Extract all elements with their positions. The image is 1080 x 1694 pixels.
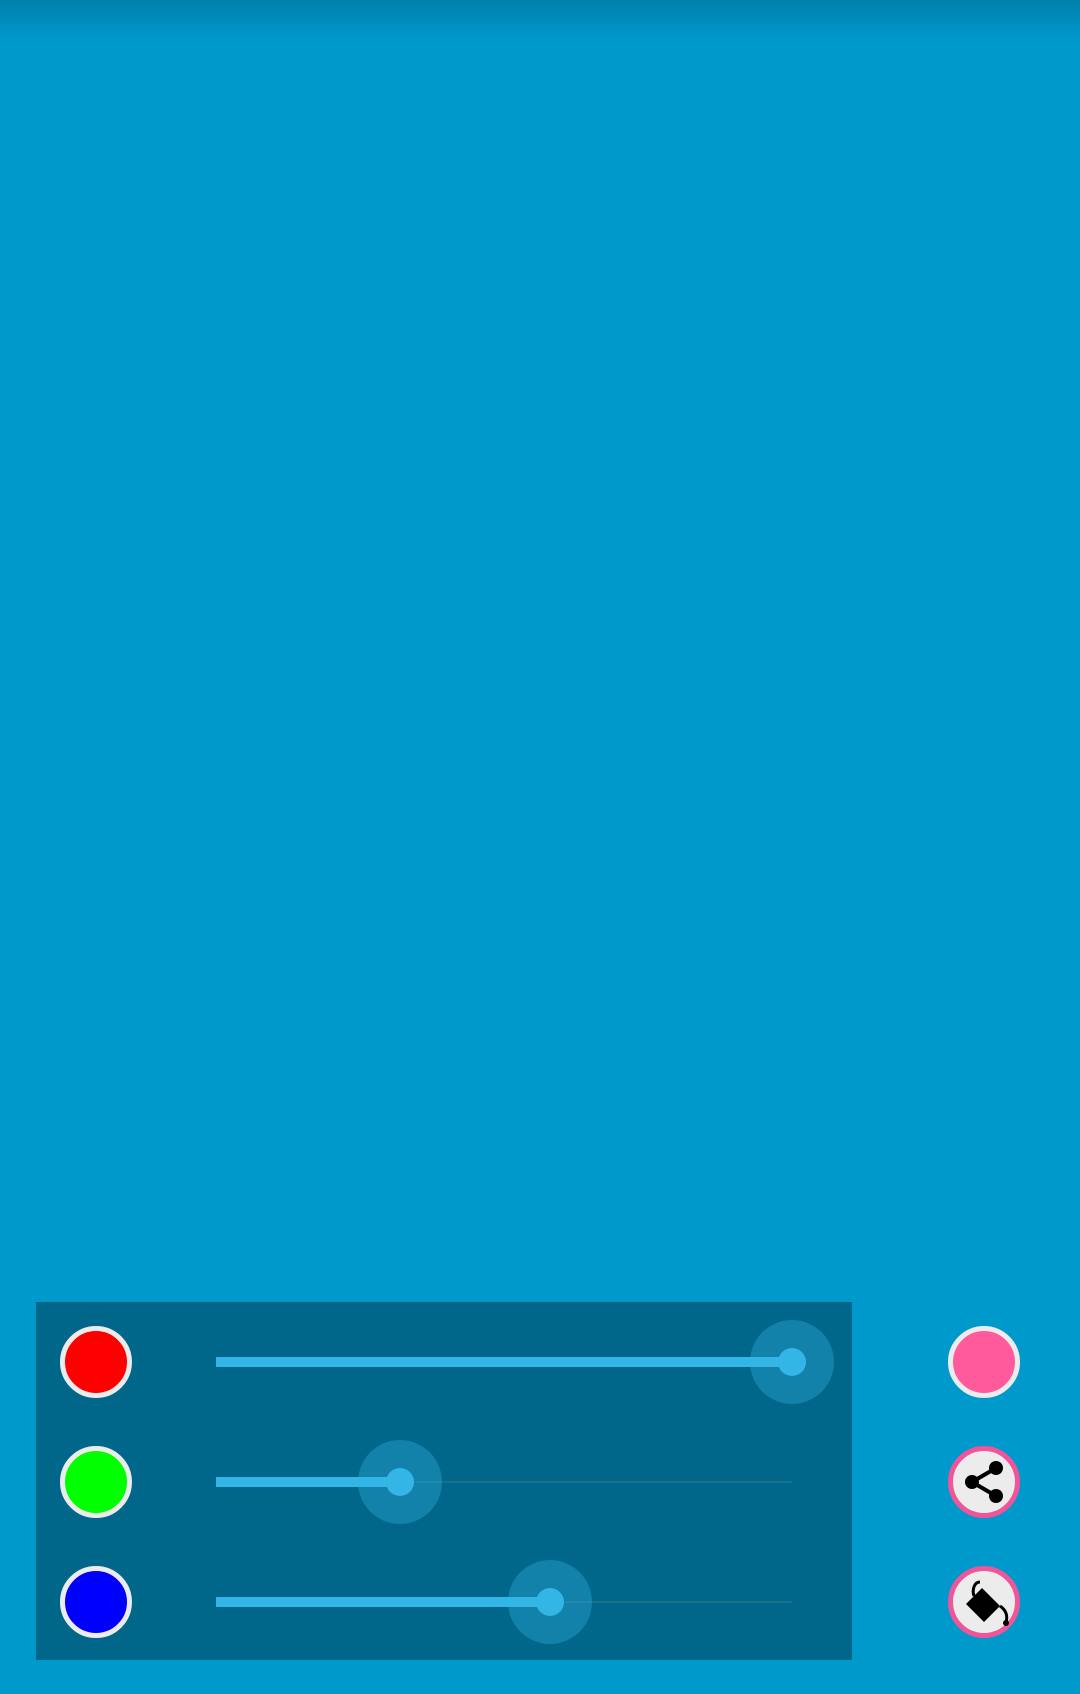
blue-slider-fill bbox=[216, 1597, 550, 1607]
blue-slider-thumb[interactable] bbox=[536, 1588, 564, 1616]
red-swatch bbox=[60, 1326, 132, 1398]
share-icon bbox=[965, 1461, 1003, 1503]
color-preview-button[interactable] bbox=[948, 1326, 1020, 1398]
red-slider-thumb[interactable] bbox=[778, 1348, 806, 1376]
green-slider[interactable] bbox=[216, 1440, 792, 1524]
share-button[interactable] bbox=[948, 1446, 1020, 1518]
paint-bucket-icon bbox=[966, 1580, 1009, 1626]
blue-swatch bbox=[60, 1566, 132, 1638]
green-swatch bbox=[60, 1446, 132, 1518]
blue-slider[interactable] bbox=[216, 1560, 792, 1644]
red-slider[interactable] bbox=[216, 1320, 834, 1404]
status-bar-shade bbox=[0, 0, 1080, 40]
green-slider-thumb[interactable] bbox=[386, 1468, 414, 1496]
rgb-slider-panel bbox=[36, 1302, 852, 1660]
fill-button[interactable] bbox=[948, 1566, 1020, 1638]
red-slider-fill bbox=[216, 1357, 792, 1367]
